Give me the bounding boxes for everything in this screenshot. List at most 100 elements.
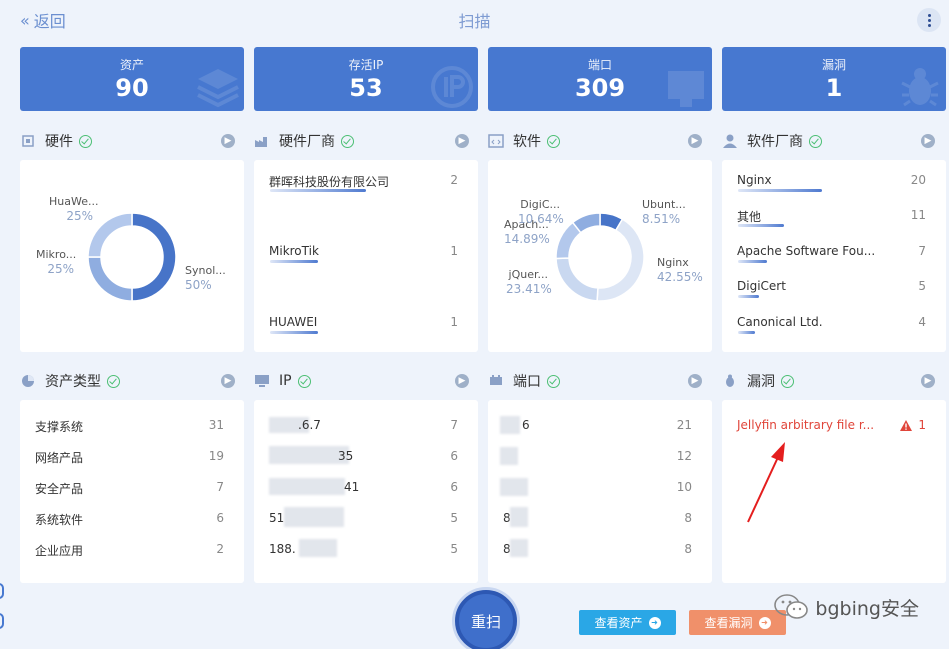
check-circle-icon	[107, 374, 120, 388]
view-assets-button[interactable]: 查看资产 ➜	[579, 610, 676, 635]
ip-more-button[interactable]: ▶	[455, 374, 469, 388]
list-item[interactable]: 支撑系统 31	[35, 418, 224, 435]
wechat-icon	[774, 594, 809, 619]
monitor-icon	[255, 375, 269, 387]
user-icon	[723, 134, 737, 148]
more-menu-button[interactable]	[917, 8, 941, 32]
view-vulns-button[interactable]: 查看漏洞 ➜	[689, 610, 786, 635]
vendor-bar	[738, 189, 822, 192]
list-item[interactable]: MikroTik 1	[269, 244, 458, 258]
donut-label-jquery: jQuer... 23.41%	[506, 268, 552, 296]
top-bar: « 返回 扫描	[0, 0, 949, 38]
page-title: 扫描	[458, 12, 491, 31]
vendor-bar	[738, 331, 755, 334]
donut-label-huawei: HuaWe... 25%	[49, 195, 99, 223]
check-circle-icon	[809, 134, 822, 148]
hardware-card: HuaWe... 25% Mikro... 25% Synol... 50%	[20, 160, 244, 352]
redacted-block	[500, 478, 528, 496]
section-title: 漏洞	[747, 374, 775, 390]
stat-card-ports[interactable]: 端口 309	[488, 47, 712, 111]
rescan-button[interactable]: 重扫	[455, 590, 517, 649]
list-item[interactable]: 35 6	[338, 449, 458, 463]
list-item[interactable]: 6 21	[522, 418, 692, 432]
asset-type-card: 支撑系统 31 网络产品 19 安全产品 7 系统软件 6 企业应用 2	[20, 400, 244, 583]
redacted-block	[500, 416, 520, 434]
section-title: 资产类型	[45, 374, 101, 390]
list-item[interactable]: Canonical Ltd. 4	[737, 315, 926, 329]
software-card: Ubunt... 8.51% Nginx 42.55% jQuer... 23.…	[488, 160, 712, 352]
vendor-bar	[738, 224, 784, 227]
donut-segment[interactable]	[131, 212, 177, 302]
check-circle-icon	[341, 134, 354, 148]
arrow-right-circle-icon: ➜	[758, 616, 771, 629]
chip-icon	[22, 135, 34, 147]
section-header-ip: IP	[254, 371, 311, 391]
donut-label-synology: Synol... 50%	[185, 264, 226, 292]
section-header-asset-type: 资产类型	[20, 371, 120, 391]
section-title: 端口	[513, 374, 541, 390]
section-title: IP	[279, 373, 292, 389]
pie-icon	[22, 375, 34, 387]
list-item[interactable]: DigiCert 5	[737, 279, 926, 293]
check-circle-icon	[781, 374, 794, 388]
bug-icon	[726, 374, 734, 387]
software-more-button[interactable]: ▶	[688, 134, 702, 148]
list-item[interactable]: 系统软件 6	[35, 511, 224, 528]
redacted-block	[299, 539, 337, 557]
section-header-software: 软件	[488, 131, 560, 151]
left-edge-handle[interactable]	[0, 583, 4, 599]
section-header-hardware: 硬件	[20, 131, 92, 151]
hardware-more-button[interactable]: ▶	[221, 134, 235, 148]
list-item[interactable]: 88	[503, 511, 692, 525]
section-title: 软件	[513, 134, 541, 150]
stat-card-vulns[interactable]: 漏洞 1	[722, 47, 946, 111]
stat-card-live-ip[interactable]: 存活IP 53	[254, 47, 478, 111]
donut-label-digicert: DigiC... 10.64%	[518, 198, 564, 226]
redacted-block	[510, 539, 528, 557]
list-item[interactable]: HUAWEI 1	[269, 315, 458, 329]
list-item[interactable]: Apache Software Fou... 7	[737, 244, 926, 258]
vendor-bar	[738, 260, 767, 263]
vendor-bar	[738, 295, 759, 298]
software-vendor-card: Nginx 20 其他 11 Apache Software Fou... 7 Dig…	[722, 160, 946, 352]
stat-card-assets[interactable]: 资产 90	[20, 47, 244, 111]
arrow-right-circle-icon: ➜	[648, 616, 661, 629]
vendor-bar	[270, 189, 366, 192]
vuln-card: Jellyfin arbitrary file r... 1	[722, 400, 946, 583]
list-item[interactable]: Nginx 20	[737, 173, 926, 187]
asset-type-more-button[interactable]: ▶	[221, 374, 235, 388]
donut-segment[interactable]	[87, 212, 133, 258]
list-item[interactable]: 网络产品 19	[35, 449, 224, 466]
section-header-software-vendor: 软件厂商	[722, 131, 822, 151]
port-more-button[interactable]: ▶	[688, 374, 702, 388]
donut-segment[interactable]	[555, 257, 599, 302]
list-item[interactable]: 其他 11	[737, 208, 926, 225]
list-item[interactable]: 41 6	[344, 480, 458, 494]
code-window-icon	[488, 134, 504, 148]
kebab-icon	[927, 13, 931, 17]
list-item[interactable]: 188. 5	[269, 542, 458, 556]
check-circle-icon	[547, 134, 560, 148]
left-edge-handle[interactable]	[0, 613, 4, 629]
vendor-bar	[270, 260, 318, 263]
list-item[interactable]: 群晖科技股份有限公司 2	[269, 173, 458, 190]
hardware-vendor-more-button[interactable]: ▶	[455, 134, 469, 148]
redacted-block	[284, 507, 344, 527]
donut-label-ubuntu: Ubunt... 8.51%	[642, 198, 686, 226]
list-item[interactable]: .6.7 7	[298, 418, 458, 432]
ip-icon	[431, 66, 473, 108]
donut-segment[interactable]	[596, 218, 645, 302]
vuln-more-button[interactable]: ▶	[921, 374, 935, 388]
list-item[interactable]: 安全产品 7	[35, 480, 224, 497]
red-annotation-arrow	[747, 442, 785, 523]
list-item[interactable]: 88	[503, 542, 692, 556]
port-icon	[490, 375, 502, 385]
software-vendor-more-button[interactable]: ▶	[921, 134, 935, 148]
section-title: 硬件	[45, 134, 73, 150]
donut-label-nginx: Nginx 42.55%	[657, 256, 703, 284]
section-header-hardware-vendor: 硬件厂商	[254, 131, 354, 151]
layers-icon	[197, 69, 239, 108]
donut-segment[interactable]	[87, 256, 133, 302]
list-item[interactable]: 企业应用 2	[35, 542, 224, 559]
vendor-bar	[270, 331, 318, 334]
